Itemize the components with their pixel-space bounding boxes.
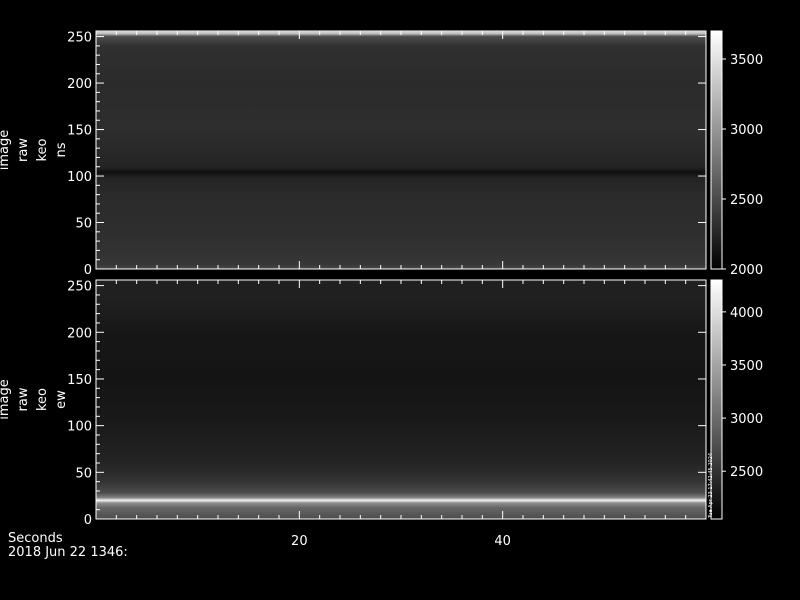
timestamp-label: 2018 Jun 22 1346: bbox=[8, 545, 128, 560]
ytick-label-ns-50: 50 bbox=[75, 217, 92, 232]
panel-ew: 0 50 100 150 200 250 20 40 2500 3000 3500 4000 ima… bbox=[0, 279, 763, 549]
colorbar-label-ew-3500: 3500 bbox=[730, 359, 763, 374]
ytick-label-ns-200: 200 bbox=[67, 77, 92, 92]
ylabel-ns-line-2: keo bbox=[35, 138, 50, 161]
colorbar-label-ns-2000: 2000 bbox=[730, 263, 763, 278]
ytick-label-ew-250: 250 bbox=[67, 280, 92, 295]
ylabel-ew-line-0: image bbox=[0, 379, 12, 420]
colorbar-label-ew-4000: 4000 bbox=[730, 306, 763, 321]
ylabel-ew-line-2: keo bbox=[35, 388, 50, 411]
xtick-label-20: 20 bbox=[291, 534, 308, 549]
ytick-label-ew-50: 50 bbox=[75, 466, 92, 481]
ylabel-ew: image raw keo ew bbox=[0, 379, 69, 420]
ylabel-ns: image raw keo ns bbox=[0, 130, 69, 171]
ylabel-ns-line-1: raw bbox=[16, 138, 31, 162]
heatmap-ew-image bbox=[96, 280, 706, 519]
ytick-label-ns-0: 0 bbox=[84, 263, 92, 278]
ytick-label-ns-100: 100 bbox=[67, 170, 92, 185]
heatmap-ns-image bbox=[96, 31, 706, 269]
side-note: Tue Apr 23 17:42:45 2024 bbox=[708, 453, 714, 519]
xtick-label-40: 40 bbox=[494, 534, 511, 549]
ylabel-ns-line-3: ns bbox=[54, 142, 69, 157]
ylabel-ns-line-0: image bbox=[0, 130, 12, 171]
colorbar-label-ns-3000: 3000 bbox=[730, 123, 763, 138]
ytick-label-ns-150: 150 bbox=[67, 124, 92, 139]
ytick-label-ns-250: 250 bbox=[67, 31, 92, 46]
colorbar-label-ns-2500: 2500 bbox=[730, 193, 763, 208]
keogram-figure: 050100150200250 2000250030003500 image ra… bbox=[0, 30, 763, 549]
x-axis-title: Seconds bbox=[8, 531, 63, 546]
ylabel-ew-line-1: raw bbox=[16, 387, 31, 411]
colorbar-label-ew-2500: 2500 bbox=[730, 465, 763, 480]
panel-ns: 0 50 100 150 200 250 2000 2500 3000 3500 image ra… bbox=[0, 30, 763, 278]
ytick-label-ew-200: 200 bbox=[67, 326, 92, 341]
ytick-label-ew-0: 0 bbox=[84, 513, 92, 528]
ytick-label-ew-150: 150 bbox=[67, 373, 92, 388]
colorbar-ns bbox=[710, 30, 723, 270]
ytick-label-ew-100: 100 bbox=[67, 420, 92, 435]
colorbar-label-ew-3000: 3000 bbox=[730, 412, 763, 427]
colorbar-label-ns-3500: 3500 bbox=[730, 53, 763, 68]
ylabel-ew-line-3: ew bbox=[54, 390, 69, 409]
